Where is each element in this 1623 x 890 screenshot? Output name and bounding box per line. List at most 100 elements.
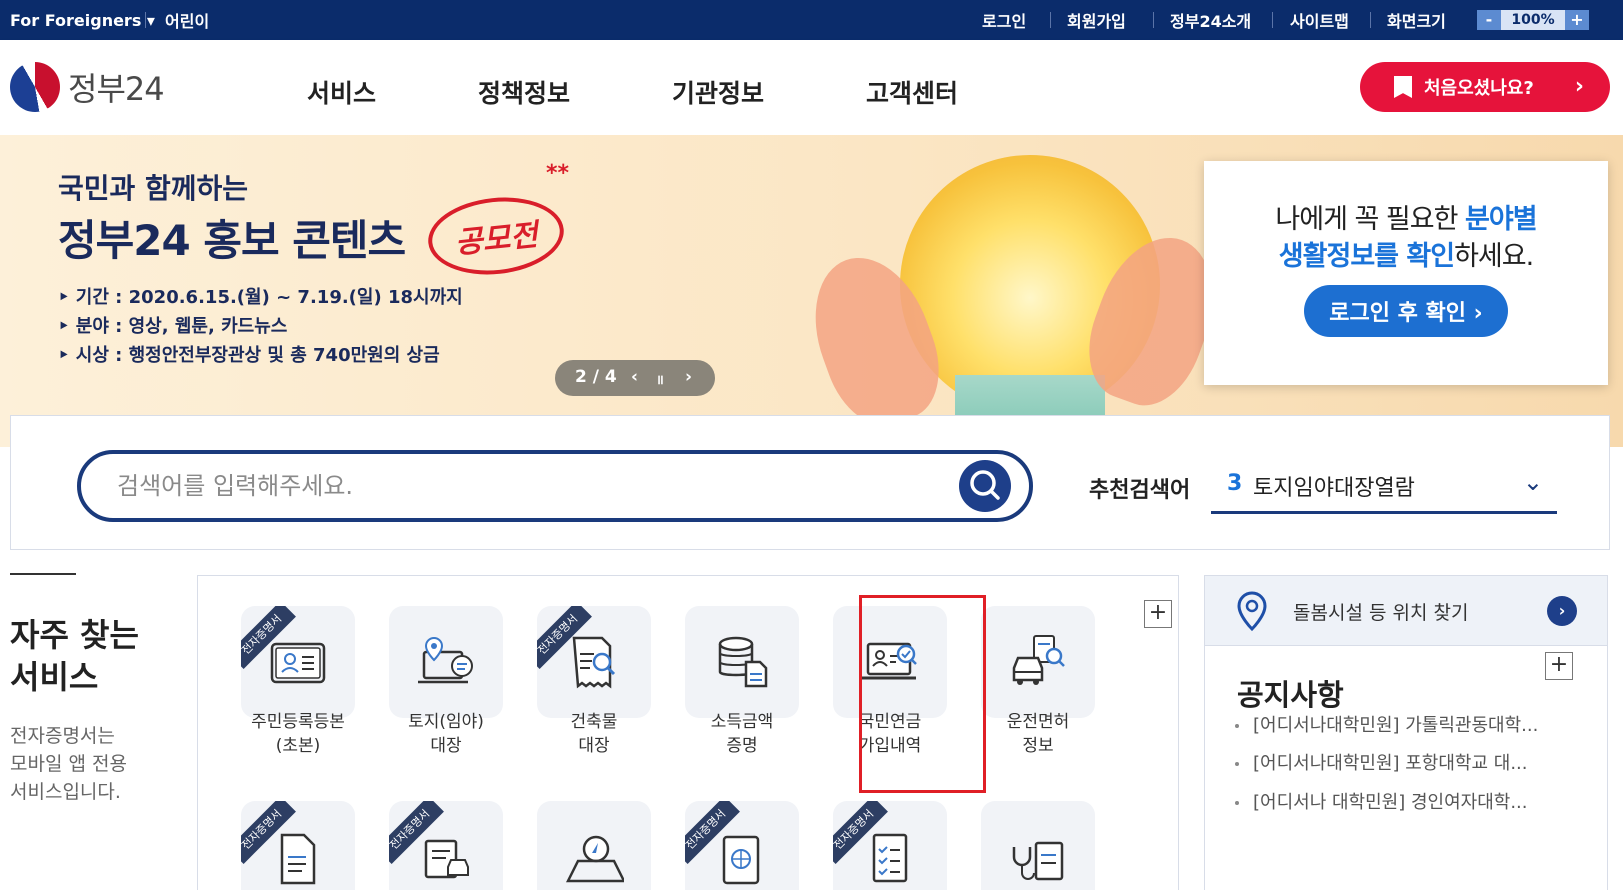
chevron-right-icon: ›	[1574, 74, 1584, 99]
search-section: 추천검색어 3 토지임야대장열람 ⌄	[10, 415, 1610, 550]
service-tile[interactable]	[537, 801, 651, 890]
signup-link[interactable]: 회원가입	[1067, 0, 1126, 40]
service-label: 주민등록등본 (초본)	[223, 710, 373, 758]
pager-next-button[interactable]: ›	[685, 367, 692, 387]
notice-title: 공지사항	[1237, 678, 1344, 712]
bookmark-star-icon	[1394, 76, 1412, 98]
card-line-2: 생활정보를 확인하세요.	[1204, 234, 1608, 273]
compass-map-icon	[565, 835, 624, 883]
keyword-rank: 3	[1227, 471, 1243, 496]
banner-pager: 2 / 4 ‹ ॥ ›	[555, 360, 715, 396]
notice-text: [어디서나대학민원] 포항대학교 대...	[1253, 753, 1528, 774]
card-text: 나에게 꼭 필요한	[1275, 204, 1466, 235]
taegeuk-logo-icon	[10, 62, 60, 112]
service-driver-license[interactable]	[981, 606, 1095, 718]
utility-bar: For Foreigners ▾ 어린이 로그인 회원가입 정부24소개 사이트…	[0, 0, 1623, 40]
title-line: 자주 찾는	[10, 616, 139, 654]
desc-line: 전자증명서는	[10, 725, 115, 747]
service-building-register[interactable]: 전자증명서	[537, 606, 651, 718]
service-land-register[interactable]	[389, 606, 503, 718]
notice-item[interactable]: [어디서나대학민원] 포항대학교 대...	[1235, 749, 1528, 775]
chevron-down-icon: ⌄	[1522, 468, 1543, 496]
frequent-services-title: 자주 찾는 서비스	[10, 614, 139, 698]
bullet-icon	[1235, 724, 1239, 728]
nav-services[interactable]: 서비스	[307, 74, 376, 110]
site-logo[interactable]: 정부24	[10, 62, 165, 112]
divider	[1153, 12, 1154, 28]
card-highlight: 생활정보를 확인	[1278, 241, 1455, 272]
more-notices-button[interactable]: +	[1545, 652, 1573, 680]
login-link[interactable]: 로그인	[982, 0, 1026, 40]
nav-agency-info[interactable]: 기관정보	[672, 74, 764, 110]
recommended-keywords-dropdown[interactable]: 3 토지임야대장열람 ⌄	[1211, 454, 1557, 514]
notice-item[interactable]: [어디서나대학민원] 가톨릭관동대학...	[1235, 711, 1538, 737]
document-icon	[280, 833, 316, 885]
zoom-label: 화면크기	[1387, 12, 1446, 31]
recommended-keywords-label: 추천검색어	[1089, 478, 1191, 503]
label-line: 주민등록등본	[251, 712, 345, 732]
site-header: 정부24 서비스 정책정보 기관정보 고객센터 처음오셨나요? ›	[0, 40, 1623, 135]
lifestyle-info-card: 나에게 꼭 필요한 분야별 생활정보를 확인하세요. 로그인 후 확인 ›	[1204, 161, 1608, 385]
service-label: 소득금액 증명	[667, 710, 817, 758]
stars-decoration: **	[546, 161, 570, 186]
service-resident-registration[interactable]: 전자증명서	[241, 606, 355, 718]
location-finder-bar[interactable]: 돌봄시설 등 위치 찾기 ›	[1205, 576, 1607, 646]
label-line: 토지(임야)	[408, 712, 484, 732]
service-tile[interactable]: 전자증명서	[685, 801, 799, 890]
label-line: 대장	[578, 736, 610, 756]
location-pin-icon	[1237, 591, 1267, 632]
sitemap-link[interactable]: 사이트맵	[1290, 0, 1349, 40]
chevron-right-icon[interactable]: ›	[1547, 596, 1577, 626]
zoom-out-button[interactable]: -	[1477, 10, 1501, 30]
service-label: 토지(임야) 대장	[371, 710, 521, 758]
pager-count: 2 / 4	[575, 367, 617, 387]
label-line: 대장	[430, 736, 462, 756]
selected-service-highlight	[859, 595, 986, 793]
id-card-icon	[270, 642, 326, 684]
label-line: (초본)	[275, 736, 321, 756]
first-visit-label: 처음오셨나요?	[1424, 78, 1534, 99]
divider	[1272, 12, 1273, 28]
zoom-value: 100%	[1501, 10, 1565, 30]
service-tile[interactable]	[981, 801, 1095, 890]
notice-item[interactable]: [어디서나 대학민원] 경인여자대학...	[1235, 788, 1528, 814]
search-button[interactable]	[959, 460, 1011, 512]
zoom-control: - 100% +	[1477, 10, 1589, 30]
nav-customer-center[interactable]: 고객센터	[866, 74, 958, 110]
divider	[1370, 12, 1371, 28]
banner-info-award: ‣ 시상 : 행정안전부장관상 및 총 740만원의 상금	[58, 345, 440, 366]
zoom-in-button[interactable]: +	[1565, 10, 1589, 30]
frequent-services-grid: + 전자증명서 주민등록등본 (초본) 토지(임야) 대장 전자증명서 건축물 …	[197, 575, 1179, 890]
service-tile[interactable]: 전자증명서	[833, 801, 947, 890]
document-search-icon	[572, 636, 616, 689]
pager-pause-button[interactable]: ॥	[656, 370, 664, 388]
title-line: 서비스	[10, 658, 99, 696]
car-license-icon	[1012, 635, 1065, 685]
label-line: 증명	[726, 736, 758, 756]
kids-link[interactable]: 어린이	[165, 0, 209, 40]
login-check-button[interactable]: 로그인 후 확인 ›	[1304, 285, 1508, 337]
first-visit-button[interactable]: 처음오셨나요? ›	[1360, 62, 1610, 112]
keyword-text: 토지임야대장열람	[1253, 476, 1415, 501]
notice-text: [어디서나대학민원] 가톨릭관동대학...	[1253, 715, 1539, 736]
nav-policy-info[interactable]: 정책정보	[478, 74, 570, 110]
checklist-icon	[872, 833, 908, 883]
service-income-certificate[interactable]	[685, 606, 799, 718]
card-line-1: 나에게 꼭 필요한 분야별	[1204, 197, 1608, 236]
label-line: 건축물	[570, 712, 618, 732]
search-icon	[970, 470, 1000, 500]
pager-prev-button[interactable]: ‹	[631, 367, 638, 387]
contest-stamp: 공모전	[424, 191, 568, 281]
for-foreigners-link[interactable]: For Foreigners ▾	[10, 0, 155, 40]
search-input[interactable]	[117, 468, 877, 504]
service-tile[interactable]: 전자증명서	[389, 801, 503, 890]
logo-text: 정부24	[68, 70, 165, 108]
more-services-button[interactable]: +	[1144, 600, 1172, 628]
notice-text: [어디서나 대학민원] 경인여자대학...	[1253, 792, 1528, 813]
stethoscope-clipboard-icon	[1012, 841, 1064, 881]
card-highlight: 분야별	[1465, 204, 1538, 235]
service-tile[interactable]: 전자증명서	[241, 801, 355, 890]
divider	[1050, 12, 1051, 28]
land-map-icon	[418, 636, 473, 684]
about-link[interactable]: 정부24소개	[1170, 0, 1251, 40]
